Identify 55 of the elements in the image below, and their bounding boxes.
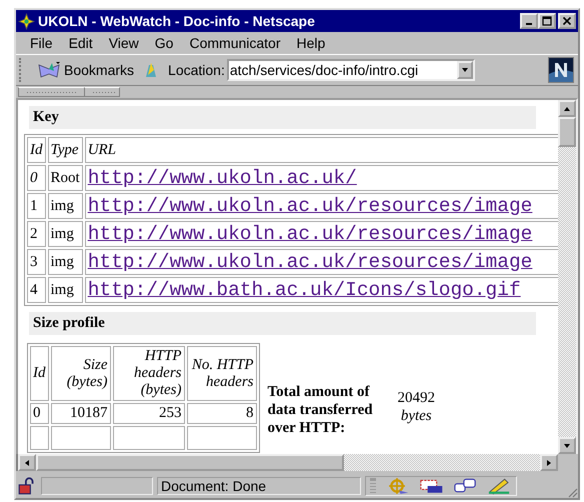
table-cell: Root: [48, 165, 83, 191]
chat-icon[interactable]: [452, 477, 478, 495]
mail-icon[interactable]: [418, 477, 444, 495]
status-text: Document: Done: [157, 477, 361, 495]
menu-item[interactable]: Go: [146, 35, 182, 51]
menu-item[interactable]: File: [22, 35, 61, 51]
column-header: No. HTTP headers: [186, 346, 256, 401]
table-cell: 2: [27, 221, 46, 247]
toolbar-tab[interactable]: [18, 87, 86, 97]
close-button[interactable]: [558, 13, 576, 29]
total-label: Total amount of data transferred over HTTP:: [268, 383, 374, 437]
maximize-icon: [542, 16, 552, 26]
scroll-thumb[interactable]: [558, 117, 576, 147]
total-unit: bytes: [400, 407, 432, 425]
app-icon: [18, 12, 35, 30]
vertical-scrollbar[interactable]: [558, 100, 576, 454]
menu-item[interactable]: Communicator: [181, 35, 288, 51]
table-cell: 4: [27, 277, 46, 303]
table-cell: img: [48, 193, 83, 219]
maximize-button[interactable]: [538, 13, 556, 29]
toolbar-tab[interactable]: [84, 87, 120, 97]
table-cell: 253: [112, 403, 184, 424]
table-cell: 1: [27, 193, 46, 219]
minimize-icon: [526, 23, 532, 25]
column-header: Id: [30, 346, 48, 401]
bookmarks-icon: [36, 61, 62, 79]
table-cell: 0: [30, 403, 48, 424]
table-cell: img: [48, 249, 83, 275]
table-cell: 8: [186, 403, 256, 424]
menu-item[interactable]: Help: [288, 35, 334, 51]
table-cell: img: [48, 221, 83, 247]
column-header: HTTP headers (bytes): [112, 346, 184, 401]
bookmarks-button[interactable]: Bookmarks: [36, 61, 134, 79]
close-icon: [562, 16, 572, 26]
table-cell: 0: [27, 165, 46, 191]
minimize-button[interactable]: [520, 13, 538, 29]
browser-logo[interactable]: [548, 57, 574, 83]
resize-grip[interactable]: [566, 486, 578, 498]
window-title: UKOLN - WebWatch - Doc-info - Netscape: [38, 13, 316, 29]
table-cell: 3: [27, 249, 46, 275]
scroll-thumb[interactable]: [36, 454, 344, 471]
column-header: Id: [27, 137, 46, 163]
section-heading: Size profile: [29, 312, 536, 335]
table-cell: img: [48, 277, 83, 303]
column-header: Type: [48, 137, 83, 163]
location-field[interactable]: atch/services/doc-info/intro.cgi: [226, 59, 475, 81]
column-header: Size (bytes): [50, 346, 110, 401]
column-header: URL: [84, 137, 558, 163]
menu-item[interactable]: Edit: [60, 35, 101, 51]
pen-icon[interactable]: [486, 477, 512, 495]
menu-item[interactable]: View: [100, 35, 147, 51]
table-cell: 10187: [50, 403, 110, 424]
total-value: 20492: [398, 389, 435, 407]
section-heading: Key: [29, 106, 536, 129]
location-label: Location:: [168, 62, 225, 78]
